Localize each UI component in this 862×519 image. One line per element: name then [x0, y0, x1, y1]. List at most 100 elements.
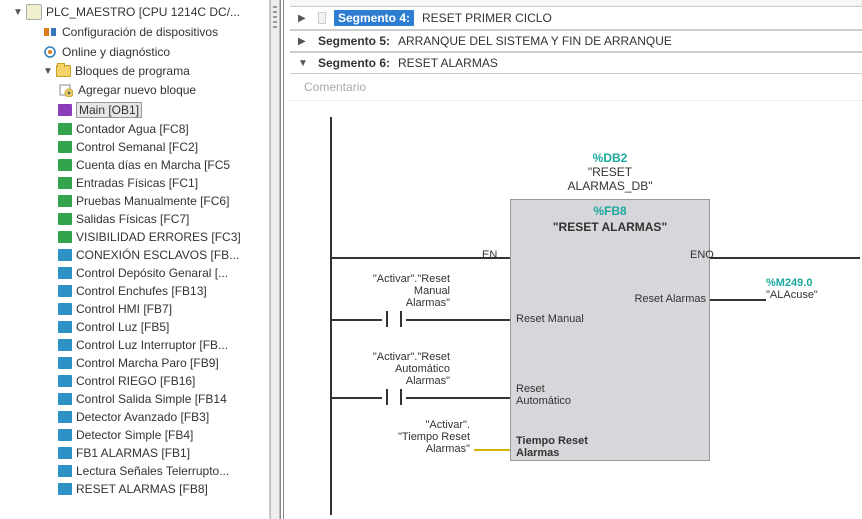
pin-in3b: Alarmas [516, 447, 616, 459]
tree-block-label: Control Depósito Genaral [... [76, 266, 228, 280]
tree-block-item[interactable]: Cuenta días en Marcha [FC5 [0, 156, 269, 174]
tree-block-item[interactable]: CONEXIÓN ESCLAVOS [FB... [0, 246, 269, 264]
contact-in2[interactable] [382, 389, 406, 405]
tree-block-label: FB1 ALARMAS [FB1] [76, 446, 190, 460]
tree-block-label: Control Enchufes [FB13] [76, 284, 207, 298]
chevron-down-icon[interactable]: ▼ [12, 7, 24, 18]
fc-block-icon [58, 195, 72, 207]
fb-block-icon [58, 375, 72, 387]
tag-out: %M249.0 "ALAcuse" [766, 277, 818, 301]
segment-marker-icon [318, 12, 326, 24]
pin-en: EN [482, 249, 497, 261]
tree-block-item[interactable]: RESET ALARMAS [FB8] [0, 480, 269, 498]
tree-block-label: Control Salida Simple [FB14 [76, 392, 227, 406]
tag-in1-l1: "Activar"."Reset [350, 273, 450, 285]
segment-5-desc: ARRANQUE DEL SISTEMA Y FIN DE ARRANQUE [398, 34, 672, 48]
tree-block-item[interactable]: VISIBILIDAD ERRORES [FC3] [0, 228, 269, 246]
cpu-icon [26, 4, 42, 20]
tag-out-addr: %M249.0 [766, 277, 818, 289]
fb-block-icon [58, 249, 72, 261]
tag-in3-l2: "Tiempo Reset [370, 431, 470, 443]
tree-block-item[interactable]: Control HMI [FB7] [0, 300, 269, 318]
tree-block-item[interactable]: Control Enchufes [FB13] [0, 282, 269, 300]
tree-online[interactable]: Online y diagnóstico [0, 42, 269, 62]
db-name-line1: "RESET [510, 165, 710, 179]
segment-4-header[interactable]: ▶ Segmento 4: RESET PRIMER CICLO [290, 6, 862, 30]
fb-block-icon [58, 285, 72, 297]
tree-block-label: Contador Agua [FC8] [76, 122, 189, 136]
tree-block-label: Control Semanal [FC2] [76, 140, 198, 154]
ladder-network[interactable]: %DB2 "RESET ALARMAS_DB" %FB8 "RESET ALAR… [290, 101, 862, 519]
fb-block-icon [58, 393, 72, 405]
tag-in2-l3: Alarmas" [350, 375, 450, 387]
contact-in1[interactable] [382, 311, 406, 327]
tree-block-item[interactable]: FB1 ALARMAS [FB1] [0, 444, 269, 462]
fb-block-icon [58, 429, 72, 441]
tree-add-block[interactable]: Agregar nuevo bloque [0, 80, 269, 100]
fb-block-icon [58, 321, 72, 333]
tree-block-item[interactable]: Entradas Físicas [FC1] [0, 174, 269, 192]
fb-block-icon [58, 465, 72, 477]
tree-block-label: Control Luz [FB5] [76, 320, 169, 334]
fc-block-icon [58, 159, 72, 171]
tree-block-item[interactable]: Control Luz [FB5] [0, 318, 269, 336]
db-address: %DB2 [510, 151, 710, 165]
tree-block-item[interactable]: Contador Agua [FC8] [0, 120, 269, 138]
chevron-right-icon[interactable]: ▶ [298, 36, 310, 47]
fb-call-block[interactable]: %DB2 "RESET ALARMAS_DB" %FB8 "RESET ALAR… [510, 151, 710, 461]
fb-block-icon [58, 339, 72, 351]
tree-block-item[interactable]: Control Marcha Paro [FB9] [0, 354, 269, 372]
wire-eno [710, 257, 860, 259]
project-tree: ▼ PLC_MAESTRO [CPU 1214C DC/... Configur… [0, 0, 270, 519]
chevron-down-icon[interactable]: ▼ [42, 66, 54, 77]
tree-blocks-folder[interactable]: ▼ Bloques de programa [0, 62, 269, 80]
tree-block-item[interactable]: Control Depósito Genaral [... [0, 264, 269, 282]
tag-in1-l2: Manual [350, 285, 450, 297]
vertical-splitter[interactable] [270, 0, 280, 519]
segment-6-label: Segmento 6: [318, 56, 390, 70]
segment-6-header[interactable]: ▼ Segmento 6: RESET ALARMAS [290, 52, 862, 74]
tree-block-item[interactable]: Main [OB1] [0, 100, 269, 120]
tree-block-label: Control RIEGO [FB16] [76, 374, 195, 388]
fb-block-icon [58, 303, 72, 315]
segment-5-label: Segmento 5: [318, 34, 390, 48]
power-rail [330, 117, 332, 515]
tree-block-item[interactable]: Detector Simple [FB4] [0, 426, 269, 444]
tree-block-item[interactable]: Salidas Físicas [FC7] [0, 210, 269, 228]
tree-block-item[interactable]: Control Salida Simple [FB14 [0, 390, 269, 408]
tree-block-label: Pruebas Manualmente [FC6] [76, 194, 229, 208]
chevron-right-icon[interactable]: ▶ [298, 13, 310, 24]
tree-block-item[interactable]: Control RIEGO [FB16] [0, 372, 269, 390]
wire-stub-out [760, 299, 766, 301]
tag-out-sym: "ALAcuse" [766, 289, 818, 301]
tree-block-item[interactable]: Pruebas Manualmente [FC6] [0, 192, 269, 210]
fc-block-icon [58, 213, 72, 225]
pin-in2a: Reset [516, 383, 606, 395]
segment-4-desc: RESET PRIMER CICLO [422, 11, 552, 25]
device-config-icon [42, 24, 58, 40]
db-name-line2: ALARMAS_DB" [510, 179, 710, 193]
segment-5-header[interactable]: ▶ Segmento 5: ARRANQUE DEL SISTEMA Y FIN… [290, 30, 862, 52]
tree-block-item[interactable]: Detector Avanzado [FB3] [0, 408, 269, 426]
tree-root[interactable]: ▼ PLC_MAESTRO [CPU 1214C DC/... [0, 2, 269, 22]
segment-4-label: Segmento 4: [334, 10, 414, 26]
fb-block-icon [58, 267, 72, 279]
panel-gutter [280, 0, 290, 519]
fc-block-icon [58, 123, 72, 135]
wire-in1-right [406, 319, 510, 321]
tag-in2-l2: Automático [350, 363, 450, 375]
wire-in2-right [406, 397, 510, 399]
tree-root-label: PLC_MAESTRO [CPU 1214C DC/... [46, 5, 240, 19]
segment-comment[interactable]: Comentario [290, 74, 862, 101]
chevron-down-icon[interactable]: ▼ [298, 58, 310, 69]
tree-block-item[interactable]: Control Semanal [FC2] [0, 138, 269, 156]
tag-in3-l3: Alarmas" [370, 443, 470, 455]
tree-block-item[interactable]: Control Luz Interruptor [FB... [0, 336, 269, 354]
fb-block-icon [58, 411, 72, 423]
wire-in3-stub [474, 449, 510, 451]
add-icon [58, 82, 74, 98]
online-icon [42, 44, 58, 60]
tree-block-item[interactable]: Lectura Señales Telerrupto... [0, 462, 269, 480]
tree-device-config[interactable]: Configuración de dispositivos [0, 22, 269, 42]
fb-block-icon [58, 483, 72, 495]
